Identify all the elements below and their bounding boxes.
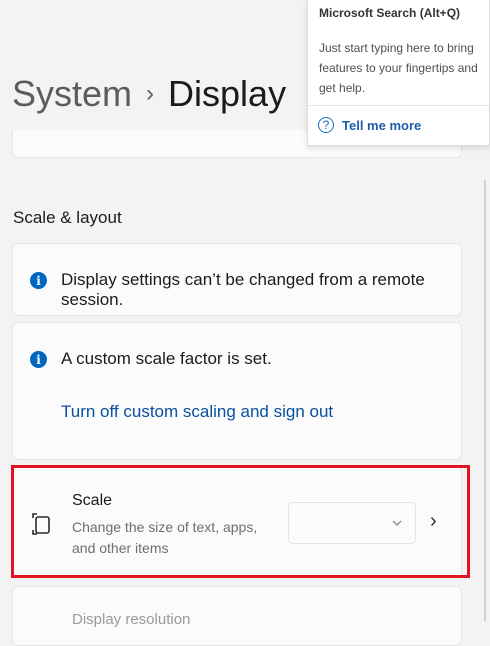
search-tooltip: Microsoft Search (Alt+Q) Just start typi… <box>307 0 490 146</box>
display-resolution-title: Display resolution <box>72 611 190 628</box>
remote-session-text: Display settings can’t be changed from a… <box>61 270 490 310</box>
breadcrumb-separator-icon: › <box>146 70 154 118</box>
tooltip-title: Microsoft Search (Alt+Q) <box>319 6 460 20</box>
info-icon: i <box>30 351 47 368</box>
custom-scale-text: A custom scale factor is set. <box>61 349 272 369</box>
chevron-down-icon <box>391 513 403 533</box>
scale-icon <box>32 512 52 536</box>
tooltip-body: Just start typing here to bring features… <box>319 38 487 98</box>
info-icon: i <box>30 272 47 289</box>
turn-off-custom-scaling-link[interactable]: Turn off custom scaling and sign out <box>61 402 333 422</box>
breadcrumb: System › Display <box>12 70 286 118</box>
help-icon[interactable]: ? <box>318 117 334 133</box>
chevron-right-icon[interactable]: › <box>430 510 437 533</box>
page-title: Display <box>168 70 286 118</box>
scale-title: Scale <box>72 492 112 510</box>
scale-description: Change the size of text, apps, and other… <box>72 517 282 559</box>
tell-me-more-link[interactable]: Tell me more <box>342 118 421 133</box>
custom-scale-notice <box>12 322 462 460</box>
section-title: Scale & layout <box>13 208 122 228</box>
tooltip-divider <box>308 105 489 106</box>
scrollbar[interactable] <box>484 180 486 621</box>
scale-dropdown[interactable] <box>288 502 416 544</box>
breadcrumb-parent[interactable]: System <box>12 70 132 118</box>
